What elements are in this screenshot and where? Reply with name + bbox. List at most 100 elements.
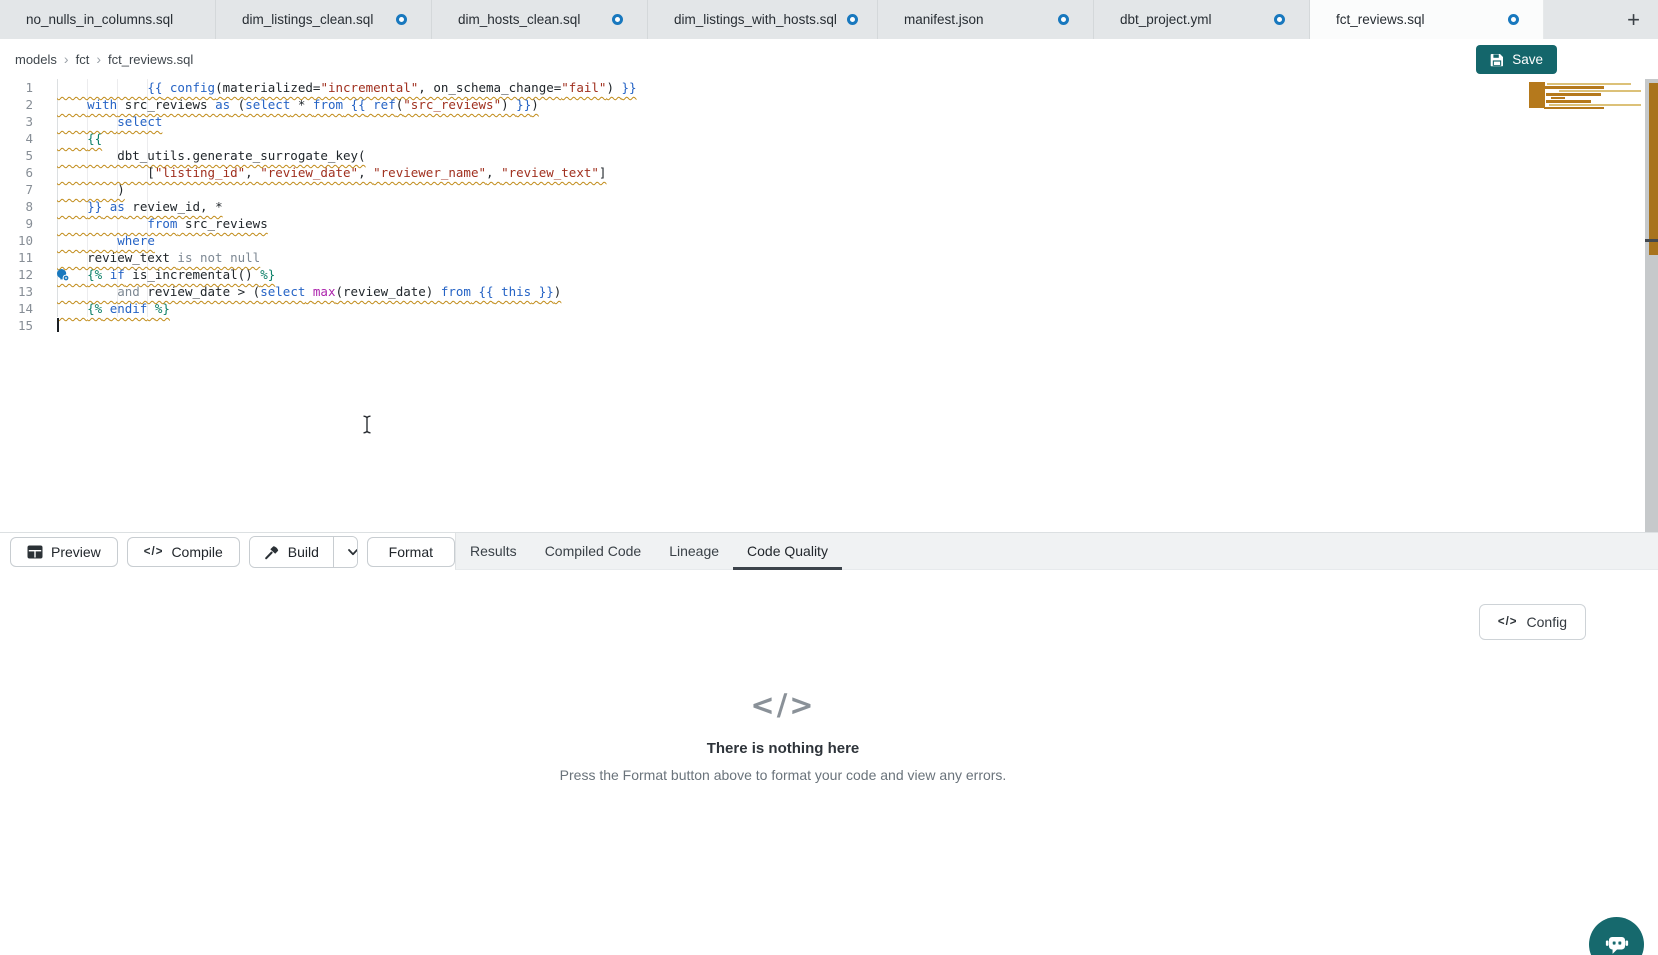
unsaved-changes-icon	[1508, 14, 1519, 25]
save-button-label: Save	[1512, 52, 1543, 67]
breadcrumb-item[interactable]: fct_reviews.sql	[108, 52, 193, 67]
line-number: 2	[0, 96, 33, 113]
build-split-button: Build	[249, 536, 358, 568]
code-line[interactable]: 2 with src_reviews as (select * from {{ …	[0, 96, 1658, 113]
unsaved-changes-icon	[1058, 14, 1069, 25]
editor-tab-dim_listings_with_hosts-sql[interactable]: dim_listings_with_hosts.sql	[648, 0, 878, 39]
editor-tab-fct_reviews-sql[interactable]: fct_reviews.sql	[1310, 0, 1544, 39]
compile-button[interactable]: </> Compile	[127, 537, 240, 567]
code-line[interactable]: 10 where	[0, 232, 1658, 249]
line-number: 3	[0, 113, 33, 130]
editor-tab-dbt_project-yml[interactable]: dbt_project.yml	[1094, 0, 1310, 39]
code-line[interactable]: 11 review_text is not null	[0, 249, 1658, 266]
line-number: 6	[0, 164, 33, 181]
build-options-dropdown[interactable]	[333, 537, 358, 567]
tab-label: dim_hosts_clean.sql	[458, 12, 580, 27]
code-icon: </>	[144, 546, 164, 558]
save-icon	[1490, 53, 1504, 67]
editor-tab-dim_hosts_clean-sql[interactable]: dim_hosts_clean.sql	[432, 0, 648, 39]
format-button[interactable]: Format	[367, 537, 455, 567]
empty-state-title: There is nothing here	[283, 740, 1283, 757]
editor-tab-dim_listings_clean-sql[interactable]: dim_listings_clean.sql	[216, 0, 432, 39]
line-number: 7	[0, 181, 33, 198]
code-line[interactable]: 14 {% endif %}	[0, 300, 1658, 317]
code-line[interactable]: 13 and review_date > (select max(review_…	[0, 283, 1658, 300]
code-text: from src_reviews	[33, 215, 268, 232]
editor-toolbar: Preview </> Compile Build	[0, 532, 1658, 570]
code-line[interactable]: 8 }} as review_id, *	[0, 198, 1658, 215]
panel-tab-lineage[interactable]: Lineage	[655, 533, 733, 569]
line-number: 8	[0, 198, 33, 215]
code-text: }} as review_id, *	[33, 198, 223, 215]
code-line[interactable]: 4 {{	[0, 130, 1658, 147]
code-editor[interactable]: 1 {{ config(materialized="incremental", …	[0, 79, 1658, 532]
format-label: Format	[389, 544, 433, 560]
breadcrumb-item[interactable]: models	[15, 52, 57, 67]
editor-scrollbar[interactable]	[1645, 79, 1658, 532]
panel-tab-results[interactable]: Results	[456, 533, 531, 569]
dbt-ide-window: no_nulls_in_columns.sql dim_listings_clea…	[0, 0, 1658, 955]
quick-fix-lightbulb-icon[interactable]	[56, 268, 70, 282]
empty-state-description: Press the Format button above to format …	[283, 767, 1283, 783]
editor-tab-no_nulls_in_columns-sql[interactable]: no_nulls_in_columns.sql	[0, 0, 216, 39]
scrollbar-warning-marks	[1649, 83, 1658, 255]
text-caret	[57, 318, 59, 332]
chevron-down-icon	[346, 545, 358, 559]
line-number: 11	[0, 249, 33, 266]
mouse-ibeam-cursor	[361, 415, 373, 439]
unsaved-changes-icon	[1274, 14, 1285, 25]
compile-label: Compile	[171, 544, 222, 560]
code-line[interactable]: 9 from src_reviews	[0, 215, 1658, 232]
line-number: 5	[0, 147, 33, 164]
unsaved-changes-icon	[396, 14, 407, 25]
tab-label: no_nulls_in_columns.sql	[26, 12, 173, 27]
code-text: )	[33, 181, 125, 198]
editor-tab-bar: no_nulls_in_columns.sql dim_listings_clea…	[0, 0, 1658, 39]
code-text: where	[33, 232, 155, 249]
code-line[interactable]: 3 select	[0, 113, 1658, 130]
file-header-row: models›fct›fct_reviews.sql Save	[0, 39, 1658, 80]
unsaved-changes-icon	[847, 14, 858, 25]
unsaved-changes-icon	[612, 14, 623, 25]
breadcrumb: models›fct›fct_reviews.sql	[15, 39, 193, 79]
hammer-icon	[264, 544, 280, 560]
save-button[interactable]: Save	[1476, 45, 1557, 74]
tab-label: dim_listings_clean.sql	[242, 12, 373, 27]
line-number: 15	[0, 317, 33, 334]
code-text: ["listing_id", "review_date", "reviewer_…	[33, 164, 606, 181]
code-line[interactable]: 1 {{ config(materialized="incremental", …	[0, 79, 1658, 96]
code-line[interactable]: 5 dbt_utils.generate_surrogate_key(	[0, 147, 1658, 164]
preview-label: Preview	[51, 544, 101, 560]
tab-label: dbt_project.yml	[1120, 12, 1212, 27]
build-button[interactable]: Build	[250, 537, 333, 567]
panel-tab-compiled-code[interactable]: Compiled Code	[531, 533, 656, 569]
scrollbar-position-mark	[1645, 239, 1658, 242]
line-number: 14	[0, 300, 33, 317]
breadcrumb-separator: ›	[96, 51, 101, 67]
new-tab-button[interactable]: +	[1621, 0, 1646, 39]
editor-tab-manifest-json[interactable]: manifest.json	[878, 0, 1094, 39]
minimap[interactable]	[1529, 82, 1642, 112]
code-text: and review_date > (select max(review_dat…	[33, 283, 561, 300]
tab-label: fct_reviews.sql	[1336, 12, 1425, 27]
code-line[interactable]: 12 {% if is_incremental() %}	[0, 266, 1658, 283]
table-icon	[27, 545, 43, 559]
code-line[interactable]: 6 ["listing_id", "review_date", "reviewe…	[0, 164, 1658, 181]
preview-button[interactable]: Preview	[10, 537, 118, 567]
config-button[interactable]: </> Config	[1479, 604, 1586, 640]
panel-tab-bar: ResultsCompiled CodeLineageCode Quality	[455, 533, 1658, 570]
code-text: dbt_utils.generate_surrogate_key(	[33, 147, 366, 164]
code-text: with src_reviews as (select * from {{ re…	[33, 96, 539, 113]
code-line[interactable]: 15	[0, 317, 1658, 334]
code-slash-icon: </>	[283, 688, 1283, 722]
tab-label: manifest.json	[904, 12, 984, 27]
breadcrumb-item[interactable]: fct	[76, 52, 90, 67]
code-quality-panel: </> Config </> There is nothing here Pre…	[0, 570, 1658, 955]
code-text: {{	[33, 130, 102, 147]
panel-tab-code-quality[interactable]: Code Quality	[733, 533, 842, 569]
line-number: 10	[0, 232, 33, 249]
code-icon: </>	[1498, 616, 1518, 628]
code-line[interactable]: 7 )	[0, 181, 1658, 198]
code-text: {% endif %}	[33, 300, 170, 317]
action-buttons: Preview </> Compile Build	[0, 533, 455, 570]
